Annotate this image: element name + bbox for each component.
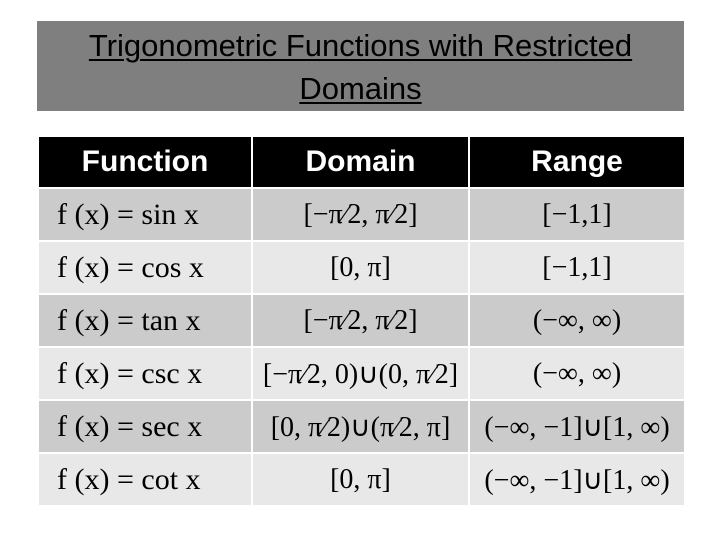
domain-cell: [−π⁄2, π⁄2]	[251, 187, 470, 242]
header-function: Function	[37, 135, 253, 189]
range-cell: (−∞, −1]∪[1, ∞)	[468, 399, 686, 454]
slide-title-box: Trigonometric Functions with Restricted …	[37, 21, 684, 111]
slide-title: Trigonometric Functions with Restricted …	[88, 28, 633, 106]
table-row: f (x) = cos x [0, π] [−1,1]	[37, 240, 686, 295]
domain-cell: [0, π⁄2)∪(π⁄2, π]	[251, 399, 470, 454]
trig-functions-table: Function Domain Range f (x) = sin x [−π⁄…	[37, 135, 686, 507]
header-domain: Domain	[251, 135, 470, 189]
function-cell: f (x) = sin x	[37, 187, 253, 242]
domain-cell: [0, π]	[251, 240, 470, 295]
domain-cell: [0, π]	[251, 452, 470, 507]
function-cell: f (x) = tan x	[37, 293, 253, 348]
domain-cell: [−π⁄2, π⁄2]	[251, 293, 470, 348]
function-cell: f (x) = cot x	[37, 452, 253, 507]
function-cell: f (x) = cos x	[37, 240, 253, 295]
table-header-row: Function Domain Range	[37, 135, 686, 189]
range-cell: [−1,1]	[468, 187, 686, 242]
table-row: f (x) = tan x [−π⁄2, π⁄2] (−∞, ∞)	[37, 293, 686, 348]
function-cell: f (x) = sec x	[37, 399, 253, 454]
range-cell: (−∞, ∞)	[468, 346, 686, 401]
header-range: Range	[468, 135, 686, 189]
range-cell: [−1,1]	[468, 240, 686, 295]
table-row: f (x) = sin x [−π⁄2, π⁄2] [−1,1]	[37, 187, 686, 242]
table-row: f (x) = cot x [0, π] (−∞, −1]∪[1, ∞)	[37, 452, 686, 507]
table-row: f (x) = sec x [0, π⁄2)∪(π⁄2, π] (−∞, −1]…	[37, 399, 686, 454]
range-cell: (−∞, −1]∪[1, ∞)	[468, 452, 686, 507]
table-row: f (x) = csc x [−π⁄2, 0)∪(0, π⁄2] (−∞, ∞)	[37, 346, 686, 401]
range-cell: (−∞, ∞)	[468, 293, 686, 348]
function-cell: f (x) = csc x	[37, 346, 253, 401]
domain-cell: [−π⁄2, 0)∪(0, π⁄2]	[251, 346, 470, 401]
